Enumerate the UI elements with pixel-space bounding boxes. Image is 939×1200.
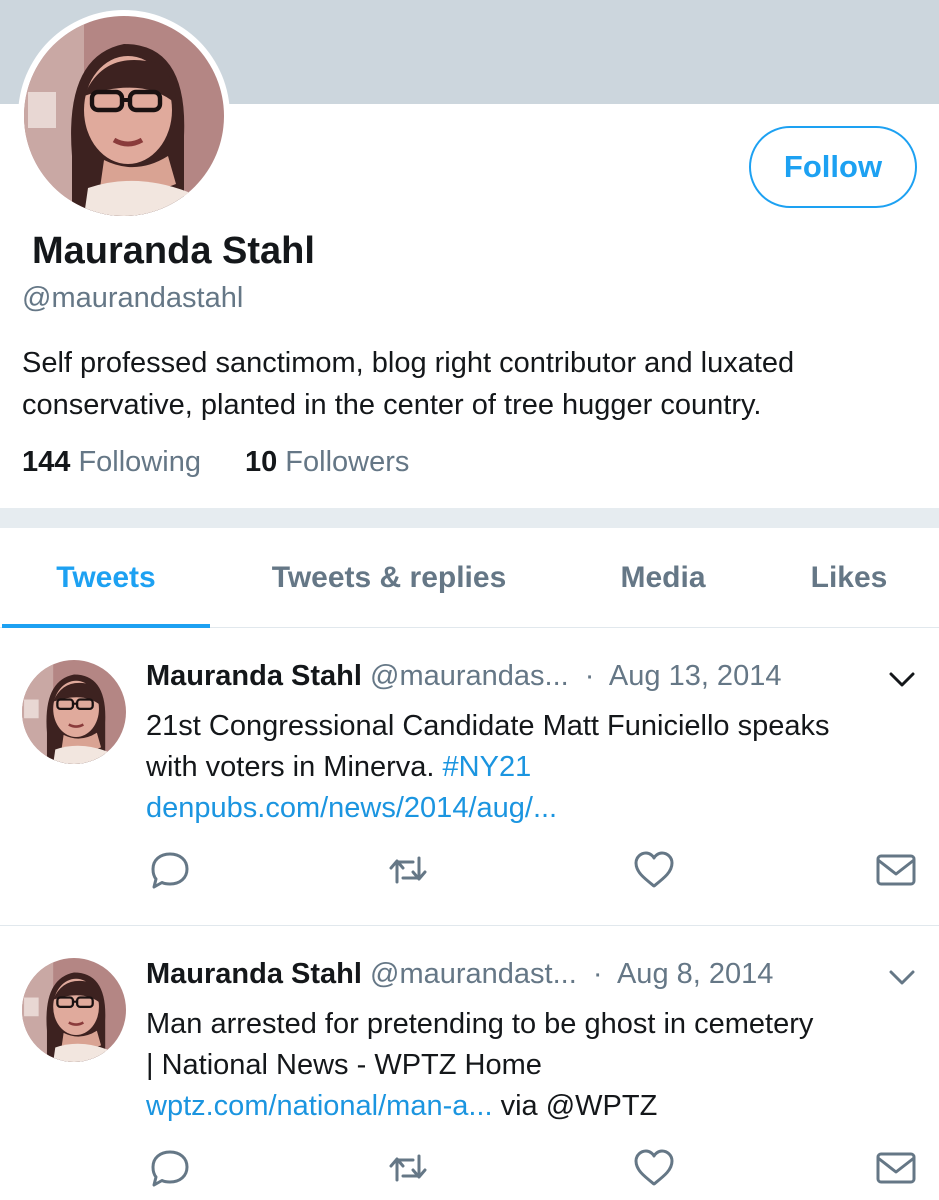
tweet-avatar[interactable] [22,660,126,764]
profile-stats: 144 Following 10 Followers [22,446,409,479]
followers-stat[interactable]: 10 Followers [245,446,409,479]
tab-media[interactable]: Media [590,528,736,628]
heart-icon[interactable] [632,848,676,892]
retweet-icon[interactable] [386,848,430,892]
tweet-date[interactable]: Aug 8, 2014 [617,958,773,990]
tweet-author-handle[interactable]: @maurandast... [370,958,577,990]
tweet-date[interactable]: Aug 13, 2014 [609,660,782,692]
tweet-text-line: 21st Congressional Candidate Matt Funici… [146,710,830,742]
tweet-separator: · [584,660,595,692]
tweet-text: 21st Congressional Candidate Matt Funici… [146,706,926,829]
tweet-url-link[interactable]: wptz.com/national/man-a... [146,1090,493,1122]
tweet-author-name[interactable]: Mauranda Stahl [146,958,362,990]
envelope-icon[interactable] [874,1146,918,1190]
heart-icon[interactable] [632,1146,676,1190]
tweet-avatar[interactable] [22,958,126,1062]
profile-display-name: Mauranda Stahl [32,230,315,272]
tab-tweets[interactable]: Tweets [2,528,210,628]
tweet-via-text: via @WPTZ [492,1090,658,1122]
follow-button[interactable]: Follow [749,126,917,208]
tweet-text-plain: with voters in Minerva. [146,751,443,783]
chevron-down-icon[interactable] [887,962,917,992]
tweet-item[interactable]: Mauranda Stahl @maurandas... · Aug 13, 2… [0,628,939,926]
tweet-url-link[interactable]: denpubs.com/news/2014/aug/... [146,788,926,829]
followers-label: Followers [285,446,410,478]
avatar-photo [22,660,126,764]
envelope-icon[interactable] [874,848,918,892]
tweet-author-handle[interactable]: @maurandas... [370,660,569,692]
profile-avatar[interactable] [18,10,230,222]
retweet-icon[interactable] [386,1146,430,1190]
section-divider [0,508,939,528]
chevron-down-icon[interactable] [887,664,917,694]
tweet-text-line: | National News - WPTZ Home [146,1049,542,1081]
profile-tabs: Tweets Tweets & replies Media Likes [0,528,939,628]
tweet-actions [146,1146,921,1190]
profile-bio: Self professed sanctimom, blog right con… [22,347,795,421]
avatar-photo [24,16,224,216]
following-label: Following [78,446,201,478]
tweet-item[interactable]: Mauranda Stahl @maurandast... · Aug 8, 2… [0,926,939,1200]
tab-likes[interactable]: Likes [786,528,912,628]
profile-handle: @maurandastahl [22,282,244,314]
tweet-text-line: with voters in Minerva. #NY21 [146,747,926,788]
tweet-text-line: Man arrested for pretending to be ghost … [146,1008,814,1040]
avatar-photo [22,958,126,1062]
tweet-author-name[interactable]: Mauranda Stahl [146,660,362,692]
following-count: 144 [22,446,71,478]
tweet-header: Mauranda Stahl @maurandast... · Aug 8, 2… [146,958,773,991]
following-stat[interactable]: 144 Following [22,446,201,479]
tweet-text: Man arrested for pretending to be ghost … [146,1004,926,1127]
tweet-header: Mauranda Stahl @maurandas... · Aug 13, 2… [146,660,781,693]
tweet-text-line: wptz.com/national/man-a... via @WPTZ [146,1086,926,1127]
hashtag-link[interactable]: #NY21 [443,751,532,783]
reply-icon[interactable] [148,848,192,892]
tab-tweets-replies[interactable]: Tweets & replies [236,528,542,628]
tweet-separator: · [592,958,603,990]
followers-count: 10 [244,446,278,478]
tweet-actions [146,848,921,892]
reply-icon[interactable] [148,1146,192,1190]
